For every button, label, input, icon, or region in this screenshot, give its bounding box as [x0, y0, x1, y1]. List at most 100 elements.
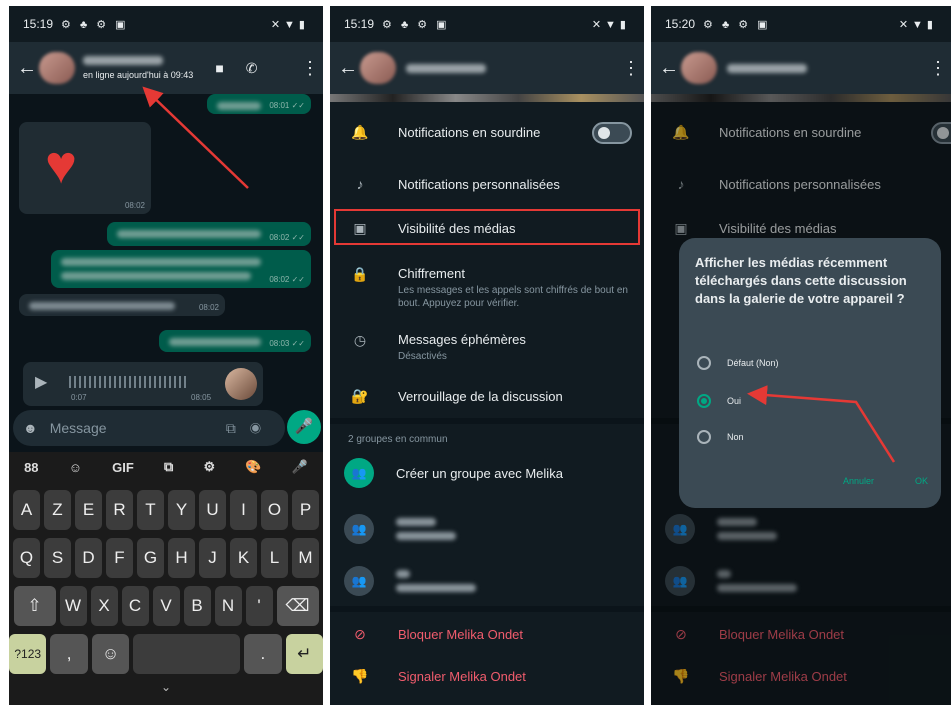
mute-notifications-row[interactable]: 🔔 Notifications en sourdine	[330, 121, 644, 144]
report-contact-row[interactable]: 👎 Signaler Melika Ondet	[330, 668, 644, 685]
key[interactable]: G	[137, 538, 164, 578]
more-options-icon[interactable]: ⋮	[929, 58, 947, 79]
key[interactable]: V	[152, 586, 180, 626]
voice-message-bubble[interactable]: ▶ 0:07 08:05	[23, 362, 263, 406]
key[interactable]: A	[13, 490, 40, 530]
key[interactable]: W	[59, 586, 87, 626]
avatar[interactable]	[39, 52, 75, 84]
key[interactable]: M	[292, 538, 319, 578]
message-bubble[interactable]: 08:02	[19, 294, 225, 316]
group-icon: 👥	[344, 566, 374, 596]
play-icon[interactable]: ▶	[35, 372, 47, 392]
key[interactable]: GIF	[112, 460, 134, 475]
key[interactable]: Y	[168, 490, 195, 530]
message-input[interactable]: ☻ Message ⧉◉	[13, 410, 285, 446]
key[interactable]: ☺	[69, 460, 82, 475]
custom-notifications-row[interactable]: ♪ Notifications personnalisées	[330, 176, 644, 192]
common-group-row[interactable]: 👥	[330, 514, 644, 544]
chat-header[interactable]: ← en ligne aujourd'hui à 09:43 ■ ✆ ⋮	[9, 42, 323, 94]
key[interactable]: E	[75, 490, 102, 530]
message-bubble[interactable]: 08:01 ✓✓	[207, 94, 311, 114]
timer-icon: ◷	[353, 332, 367, 348]
voice-waveform	[69, 376, 189, 388]
media-visibility-dialog: Afficher les médias récemment téléchargé…	[679, 238, 941, 508]
key[interactable]: B	[183, 586, 211, 626]
cancel-button[interactable]: Annuler	[843, 476, 874, 486]
enter-key[interactable]: ↵	[285, 634, 323, 674]
voice-call-icon[interactable]: ✆	[246, 60, 258, 77]
period-key[interactable]: .	[244, 634, 282, 674]
more-options-icon[interactable]: ⋮	[301, 58, 319, 79]
key[interactable]: L	[261, 538, 288, 578]
back-arrow-icon[interactable]: ←	[17, 57, 39, 80]
attach-camera-icons[interactable]: ⧉◉	[226, 420, 275, 437]
avatar[interactable]	[360, 52, 396, 84]
key[interactable]: 88	[24, 460, 38, 475]
sticker-bubble[interactable]: ♥ 08:02	[19, 122, 151, 214]
key[interactable]: O	[261, 490, 288, 530]
key[interactable]: D	[75, 538, 102, 578]
backspace-key[interactable]: ⌫	[276, 586, 319, 626]
key[interactable]: U	[199, 490, 226, 530]
message-bubble[interactable]: 08:02 ✓✓	[107, 222, 311, 246]
key[interactable]: S	[44, 538, 71, 578]
key[interactable]: K	[230, 538, 257, 578]
disappearing-messages-row[interactable]: ◷ Messages éphémères Désactivés	[330, 332, 644, 363]
block-contact-row[interactable]: ⊘ Bloquer Melika Ondet	[330, 626, 644, 643]
groups-header: 2 groupes en commun	[348, 434, 448, 445]
media-strip[interactable]	[330, 94, 644, 102]
back-arrow-icon[interactable]: ←	[338, 57, 360, 80]
back-arrow-icon[interactable]: ←	[659, 57, 681, 80]
heart-sticker-icon: ♥	[45, 135, 78, 195]
key[interactable]: J	[199, 538, 226, 578]
option-yes[interactable]: Oui	[697, 394, 741, 408]
ok-button[interactable]: OK	[915, 476, 928, 486]
key[interactable]: I	[230, 490, 257, 530]
video-call-icon[interactable]: ■	[215, 60, 223, 76]
option-no[interactable]: Non	[697, 430, 744, 444]
shift-key[interactable]: ⇧	[13, 586, 56, 626]
avatar[interactable]	[681, 52, 717, 84]
key[interactable]: ⧉	[164, 459, 173, 475]
space-key[interactable]	[133, 634, 241, 674]
contact-status: en ligne aujourd'hui à 09:43	[83, 70, 194, 80]
contact-name-blurred	[83, 56, 163, 65]
create-group-row[interactable]: 👥 Créer un groupe avec Melika	[330, 458, 644, 488]
keyboard-row-4: ?123 , ☺ . ↵	[9, 634, 323, 674]
key[interactable]: ⚙	[203, 459, 215, 475]
more-options-icon[interactable]: ⋮	[622, 58, 640, 79]
common-group-row[interactable]: 👥	[330, 566, 644, 596]
radio-yes[interactable]	[697, 394, 711, 408]
key[interactable]: C	[121, 586, 149, 626]
key[interactable]: P	[292, 490, 319, 530]
emoji-icon[interactable]: ☻	[23, 420, 38, 436]
key[interactable]: R	[106, 490, 133, 530]
symbols-key[interactable]: ?123	[9, 634, 47, 674]
mute-toggle[interactable]	[592, 121, 632, 144]
key[interactable]: Q	[13, 538, 40, 578]
group-icon: 👥	[344, 514, 374, 544]
key[interactable]: 🎨	[245, 459, 261, 475]
key[interactable]: H	[168, 538, 195, 578]
message-bubble[interactable]: 08:02 ✓✓	[51, 250, 311, 288]
system-icons: ✕▼▮	[591, 18, 630, 31]
comma-key[interactable]: ,	[50, 634, 88, 674]
status-bar: 15:19 ⚙ ♣ ⚙ ▣ ✕▼▮	[9, 6, 323, 42]
option-default[interactable]: Défaut (Non)	[697, 356, 779, 370]
key[interactable]: Z	[44, 490, 71, 530]
key[interactable]: N	[214, 586, 242, 626]
key[interactable]: F	[106, 538, 133, 578]
radio-no[interactable]	[697, 430, 711, 444]
chat-lock-row[interactable]: 🔐 Verrouillage de la discussion	[330, 388, 644, 405]
key[interactable]: T	[137, 490, 164, 530]
message-bubble[interactable]: 08:03 ✓✓	[159, 330, 311, 352]
mic-button[interactable]: 🎤	[287, 410, 321, 444]
emoji-key[interactable]: ☺	[91, 634, 130, 674]
key[interactable]: '	[245, 586, 273, 626]
key[interactable]: X	[90, 586, 118, 626]
radio-default[interactable]	[697, 356, 711, 370]
status-time: 15:20	[665, 17, 696, 31]
key[interactable]: 🎤	[292, 459, 308, 475]
encryption-row[interactable]: 🔒 Chiffrement Les messages et les appels s…	[330, 266, 644, 310]
hide-keyboard-icon[interactable]: ⌄	[9, 680, 323, 694]
